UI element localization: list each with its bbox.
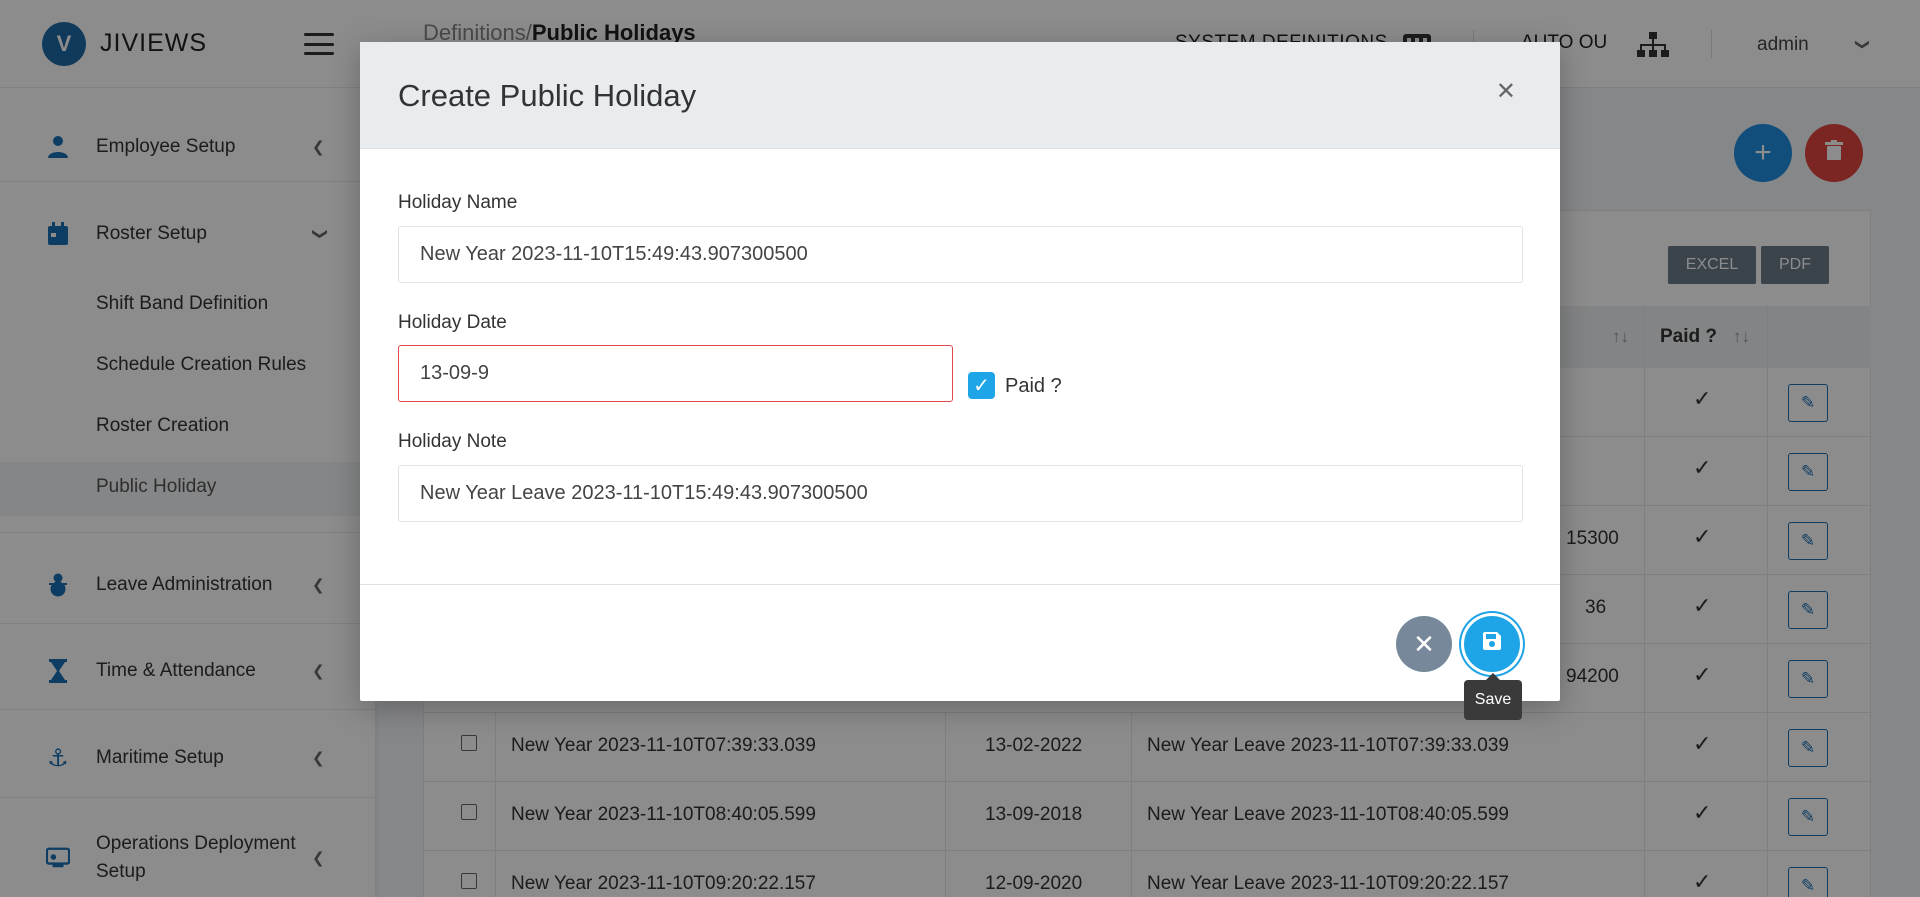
- cancel-button[interactable]: ✕: [1396, 616, 1452, 672]
- modal-title: Create Public Holiday: [398, 78, 697, 113]
- holiday-date-input[interactable]: 13-09-9: [398, 345, 953, 402]
- holiday-date-label: Holiday Date: [398, 312, 507, 333]
- save-button[interactable]: [1464, 616, 1520, 672]
- save-tooltip: Save: [1464, 673, 1522, 720]
- holiday-name-label: Holiday Name: [398, 192, 518, 213]
- paid-checkbox[interactable]: ✓: [968, 372, 995, 399]
- holiday-note-label: Holiday Note: [398, 431, 507, 452]
- save-icon: [1483, 632, 1501, 656]
- create-holiday-modal: Create Public Holiday ✕ Holiday Name New…: [360, 42, 1560, 701]
- holiday-note-input[interactable]: New Year Leave 2023-11-10T15:49:43.90730…: [398, 465, 1523, 522]
- holiday-name-input[interactable]: New Year 2023-11-10T15:49:43.907300500: [398, 226, 1523, 283]
- modal-footer-divider: [360, 584, 1560, 585]
- modal-header: Create Public Holiday ✕: [360, 42, 1560, 149]
- paid-checkbox-label[interactable]: Paid ?: [1005, 375, 1062, 398]
- close-icon[interactable]: ✕: [1496, 80, 1516, 104]
